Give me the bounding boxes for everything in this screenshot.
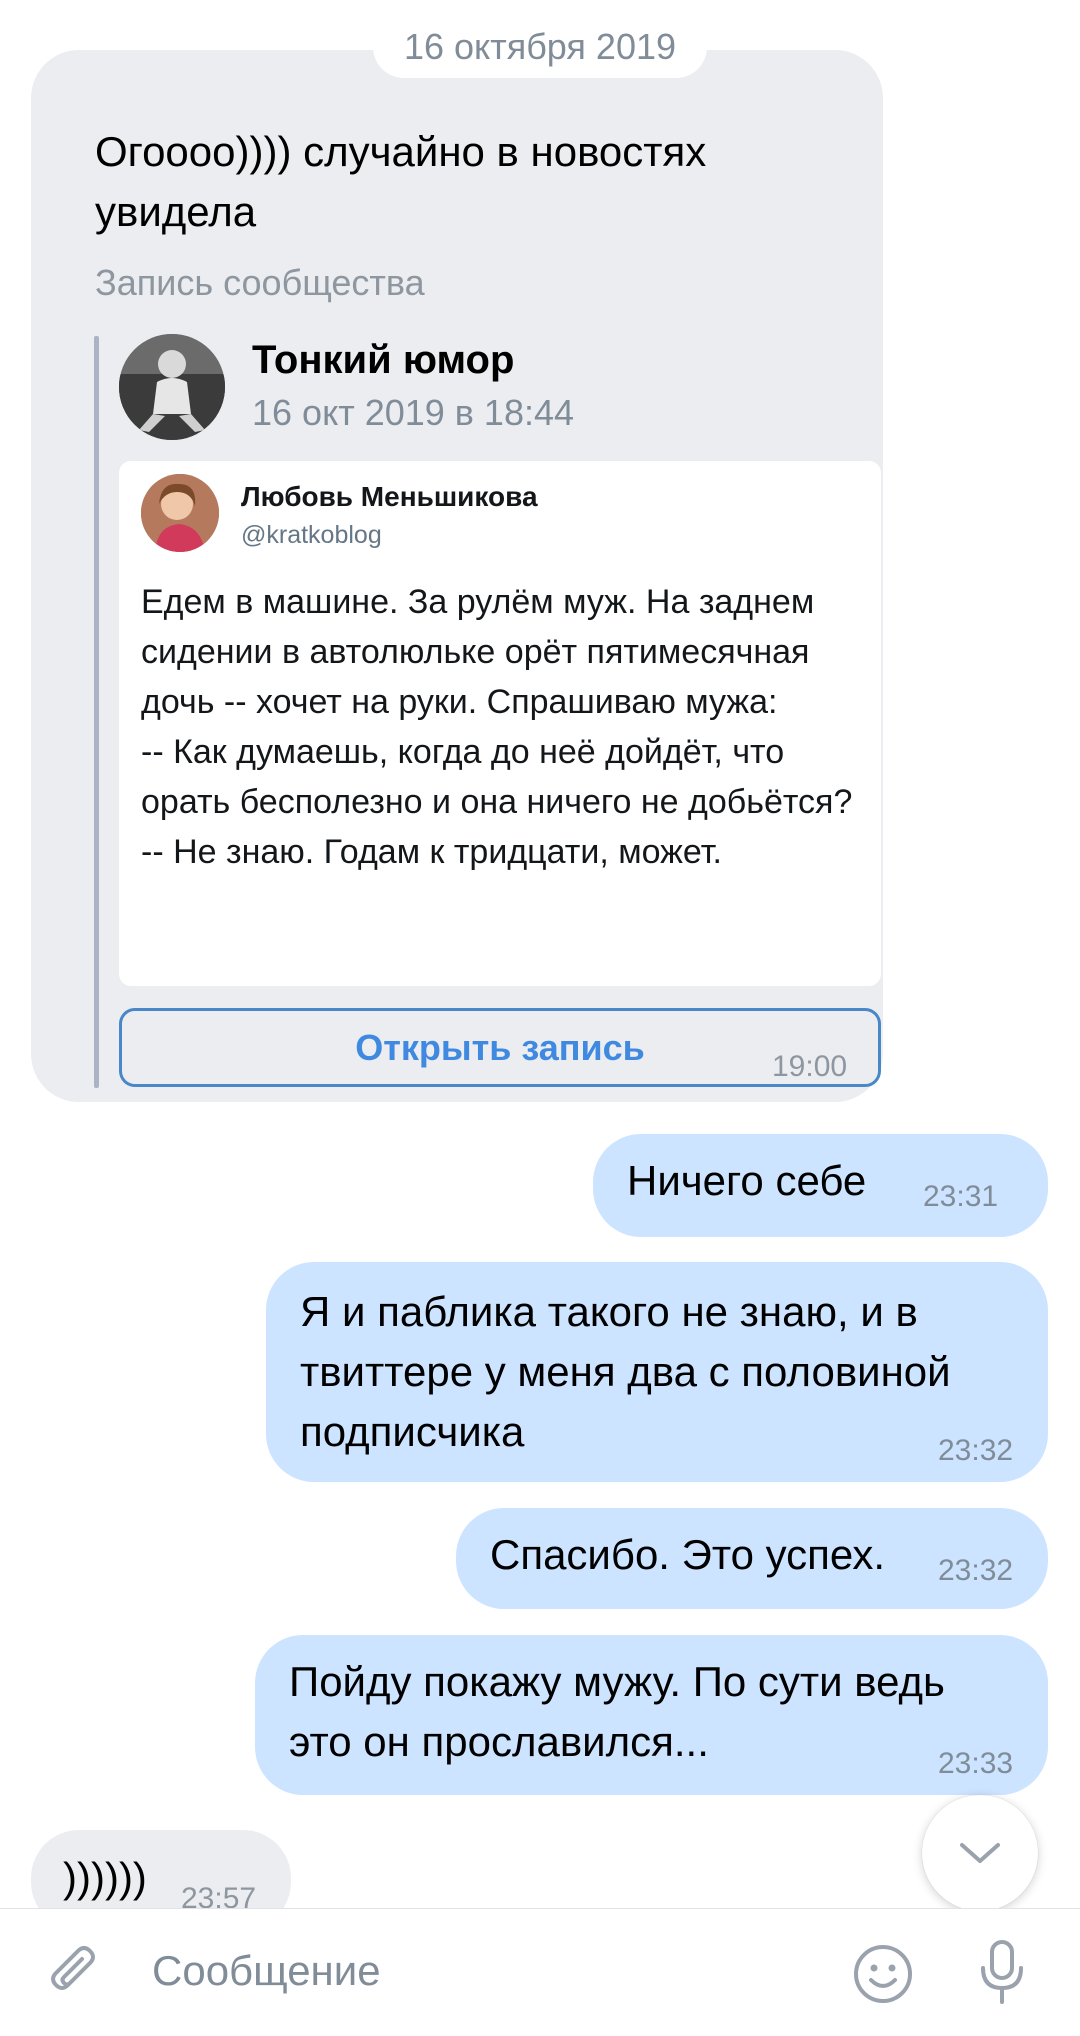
tweet-text: Едем в машине. За рулём муж. На заднем с… xyxy=(141,583,853,871)
message-time: 23:31 xyxy=(923,1180,999,1213)
message-time: 23:32 xyxy=(938,1434,1014,1467)
message-text: Я и паблика такого не знаю, и в твиттере… xyxy=(300,1288,951,1455)
message-text: Ничего себе xyxy=(627,1157,867,1204)
repost-quote-line xyxy=(94,336,99,1088)
message-time: 23:33 xyxy=(938,1747,1014,1780)
message-text: )))))) xyxy=(63,1854,147,1901)
group-name[interactable]: Тонкий юмор xyxy=(252,338,514,383)
post-date: 16 окт 2019 в 18:44 xyxy=(252,392,575,433)
message-text: Пойду покажу мужу. По сути ведь это он п… xyxy=(289,1658,945,1765)
outgoing-message-bubble[interactable]: Пойду покажу мужу. По сути ведь это он п… xyxy=(255,1635,1048,1795)
message-text: Огоооо)))) случайно в новостях увидела xyxy=(95,128,707,235)
tweet-author-handle: @kratkoblog xyxy=(241,521,382,549)
group-avatar[interactable] xyxy=(119,334,225,440)
message-time: 23:32 xyxy=(938,1554,1014,1587)
open-post-button[interactable]: Открыть запись xyxy=(119,1008,881,1087)
message-text: Спасибо. Это успех. xyxy=(490,1531,886,1578)
message-input[interactable]: Сообщение xyxy=(152,1947,381,1995)
outgoing-message-bubble[interactable]: Я и паблика такого не знаю, и в твиттере… xyxy=(266,1262,1048,1482)
tweet-card[interactable]: Любовь Меньшикова @kratkoblog Едем в маш… xyxy=(119,461,881,986)
tweet-author-name: Любовь Меньшикова xyxy=(241,481,538,512)
outgoing-message-bubble[interactable]: Спасибо. Это успех. 23:32 xyxy=(456,1508,1048,1609)
tweet-author-avatar xyxy=(141,474,219,552)
scroll-down-button[interactable] xyxy=(922,1795,1038,1911)
smile-icon[interactable] xyxy=(850,1941,916,2007)
incoming-message-bubble[interactable]: Огоооо)))) случайно в новостях увидела З… xyxy=(31,50,883,1102)
date-separator: 16 октября 2019 xyxy=(373,16,707,78)
outgoing-message-bubble[interactable]: Ничего себе 23:31 xyxy=(593,1134,1048,1237)
message-time: 19:00 xyxy=(772,1050,848,1083)
microphone-icon[interactable] xyxy=(972,1937,1032,2009)
message-composer: Сообщение xyxy=(0,1908,1080,2036)
paperclip-icon[interactable] xyxy=(40,1939,110,2009)
chevron-down-icon xyxy=(956,1838,1004,1868)
repost-label: Запись сообщества xyxy=(95,262,425,303)
